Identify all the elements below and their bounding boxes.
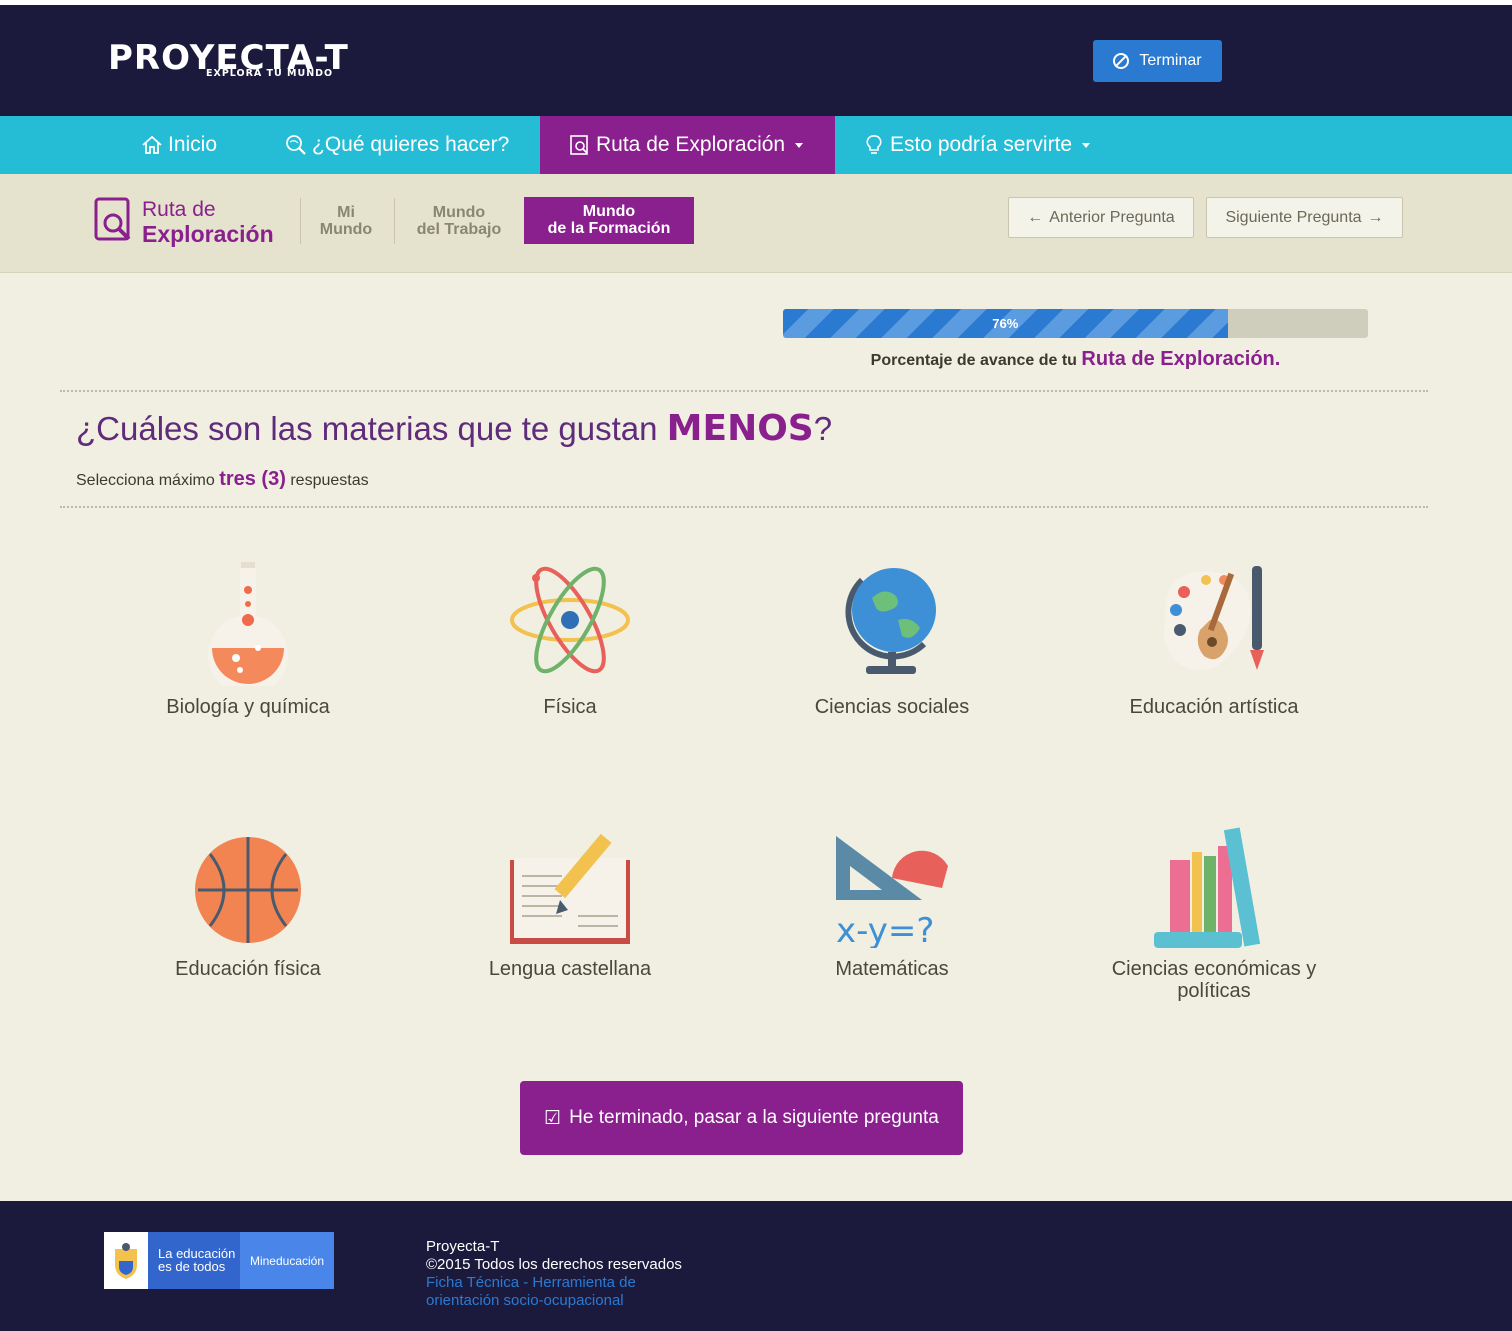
nav-label: Ruta de Exploración: [596, 133, 786, 156]
math-formula: x-y=?: [836, 911, 934, 948]
logo-text-line2: es de todos: [158, 1259, 226, 1274]
question-hint: Selecciona máximo tres (3) respuestas: [76, 468, 369, 491]
option-label: Matemáticas: [835, 958, 949, 980]
atom-icon: [510, 566, 630, 674]
footer-copyright: ©2015 Todos los derechos reservados: [426, 1256, 682, 1273]
progress-caption: Porcentaje de avance de tu Ruta de Explo…: [783, 348, 1368, 371]
question-suffix: ?: [813, 410, 833, 447]
book-pencil-icon: [510, 833, 630, 944]
chevron-down-icon: [1082, 142, 1091, 148]
globe-icon: [845, 568, 936, 674]
terminar-label: Terminar: [1139, 52, 1202, 69]
home-icon: [142, 135, 162, 154]
proyecta-t-logo[interactable]: PROYECTA-T EXPLORA TU MUNDO: [108, 38, 370, 84]
step-line1: Mundo: [432, 204, 486, 221]
nav-label: Esto podría servirte: [890, 133, 1073, 156]
option-educacion-fisica[interactable]: Educación física: [108, 830, 388, 1050]
coat-of-arms-icon: [104, 1232, 148, 1289]
step-mundo-de-la-formacion[interactable]: Mundo de la Formación: [524, 197, 694, 244]
option-label: Lengua castellana: [488, 958, 652, 980]
option-ciencias-sociales[interactable]: Ciencias sociales: [752, 558, 1032, 778]
next-label: Siguiente Pregunta: [1225, 208, 1362, 226]
logo-tagline: EXPLORA TU MUNDO: [206, 68, 334, 79]
step-line2: de la Formación: [547, 220, 671, 237]
ruta-title-line1: Ruta de: [142, 198, 216, 221]
option-label: Ciencias sociales: [814, 696, 970, 718]
footer-link-ficha-tecnica[interactable]: Ficha Técnica - Herramienta de orientaci…: [426, 1274, 682, 1310]
nav-item-ruta-exploracion[interactable]: Ruta de Exploración: [540, 116, 835, 174]
step-mi-mundo[interactable]: Mi Mundo: [312, 204, 380, 238]
arrow-right-icon: →: [1367, 208, 1384, 226]
divider: [300, 198, 301, 244]
document-search-icon: [570, 135, 588, 155]
terminar-button[interactable]: Terminar: [1093, 40, 1222, 82]
nav-item-inicio[interactable]: Inicio: [140, 116, 217, 174]
submit-next-question-button[interactable]: ☑ He terminado, pasar a la siguiente pre…: [520, 1081, 963, 1155]
option-label: Educación física: [175, 958, 321, 980]
footer-brand: Proyecta-T: [426, 1238, 500, 1255]
question-title: ¿Cuáles son las materias que te gustan M…: [76, 408, 832, 449]
palette-guitar-icon: [1164, 566, 1264, 670]
divider: [60, 506, 1428, 508]
ruler-protractor-icon: x-y=?: [836, 836, 948, 948]
divider: [394, 198, 395, 244]
document-search-icon: [94, 197, 131, 241]
progress-text: 76%: [992, 316, 1019, 331]
next-question-button[interactable]: Siguiente Pregunta →: [1206, 197, 1403, 238]
step-mundo-del-trabajo[interactable]: Mundo del Trabajo: [406, 204, 512, 238]
question-prefix: ¿Cuáles son las materias que te gustan: [76, 410, 658, 447]
lightbulb-icon: [866, 135, 882, 154]
option-ciencias-economicas-politicas[interactable]: Ciencias económicas y políticas: [1074, 826, 1354, 1046]
books-icon: [1154, 827, 1261, 948]
option-label: Física: [543, 696, 597, 718]
divider: [60, 390, 1428, 392]
basketball-icon: [195, 837, 301, 943]
previous-question-button[interactable]: ← Anterior Pregunta: [1008, 197, 1194, 238]
option-label: Educación artística: [1129, 696, 1299, 718]
step-line2: del Trabajo: [416, 221, 502, 238]
ruta-title-line2: Exploración: [142, 221, 274, 247]
footer-text: Proyecta-T ©2015 Todos los derechos rese…: [426, 1238, 682, 1310]
submit-label: He terminado, pasar a la siguiente pregu…: [569, 1107, 939, 1128]
search-globe-icon: [286, 135, 306, 155]
hint-suffix: respuestas: [290, 472, 369, 489]
nav-item-que-quieres-hacer[interactable]: ¿Qué quieres hacer?: [284, 116, 509, 174]
footer-link-line1: Ficha Técnica - Herramienta de: [426, 1274, 636, 1291]
option-lengua-castellana[interactable]: Lengua castellana: [430, 830, 710, 1050]
step-line1: Mundo: [582, 203, 636, 220]
option-label: Ciencias económicas y políticas: [1111, 958, 1317, 1002]
footer-link-line2: orientación socio-ocupacional: [426, 1292, 624, 1309]
mineducacion-logo[interactable]: La educación es de todos Mineducación: [104, 1232, 334, 1289]
option-educacion-artistica[interactable]: Educación artística: [1074, 558, 1354, 778]
hint-prefix: Selecciona máximo: [76, 472, 215, 489]
hint-emph: tres (3): [219, 468, 286, 490]
ban-icon: [1113, 53, 1130, 69]
progress-bar: 76%: [783, 309, 1368, 338]
option-fisica[interactable]: Física: [430, 558, 710, 778]
nav-item-esto-podria-servirte[interactable]: Esto podría servirte: [862, 116, 1091, 174]
check-square-icon: ☑: [544, 1107, 562, 1129]
option-matematicas[interactable]: x-y=? Matemáticas: [752, 830, 1032, 1050]
nav-label: Inicio: [168, 133, 218, 156]
question-emph: MENOS: [666, 408, 814, 449]
chevron-down-icon: [795, 142, 804, 148]
logo-ministry: Mineducación: [240, 1232, 334, 1289]
step-line1: Mi: [337, 204, 355, 221]
option-biologia-quimica[interactable]: Biología y química: [108, 558, 388, 778]
logo-text: La educación es de todos: [148, 1232, 240, 1289]
nav-label: ¿Qué quieres hacer?: [312, 133, 510, 156]
option-label: Biología y química: [166, 696, 330, 718]
step-line2: Mundo: [319, 221, 373, 238]
progress-caption-prefix: Porcentaje de avance de tu: [870, 352, 1077, 369]
progress-caption-emph: Ruta de Exploración.: [1081, 348, 1281, 370]
prev-label: Anterior Pregunta: [1049, 208, 1175, 226]
flask-icon: [208, 562, 288, 686]
arrow-left-icon: ←: [1027, 208, 1044, 226]
